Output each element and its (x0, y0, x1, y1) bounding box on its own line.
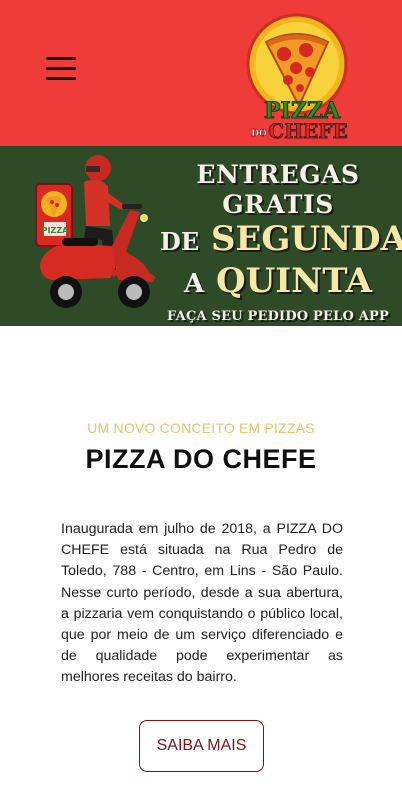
promo-line-3-prefix: A (183, 269, 205, 299)
promo-line-2-main: SEGUNDA (210, 219, 402, 259)
promo-line-2: DE SEGUNDA (160, 220, 402, 261)
about-description: Inaugurada em julho de 2018, a PIZZA DO … (61, 521, 343, 686)
page: PIZZA DO CHEFE PIZZA ENTREGAS GRATIS DE … (0, 0, 402, 798)
promo-line-1: ENTREGAS GRATIS (196, 160, 360, 219)
promo-text: ENTREGAS GRATIS DE SEGUNDA A QUINTA FAÇA… (160, 160, 402, 326)
section-subtitle: UM NOVO CONCEITO EM PIZZAS (87, 420, 315, 436)
logo-text-do: DO (251, 129, 267, 139)
section-title: PIZZA DO CHEFE (85, 444, 317, 474)
svg-text:PIZZA: PIZZA (42, 226, 69, 235)
hamburger-menu-icon[interactable] (46, 57, 78, 83)
saiba-mais-button[interactable]: SAIBA MAIS (139, 720, 264, 772)
promo-line-3: A QUINTA (160, 261, 396, 304)
site-header: PIZZA DO CHEFE (0, 0, 402, 146)
logo-text-bottom: CHEFE (268, 119, 348, 140)
promo-line-4: FAÇA SEU PEDIDO PELO APP (167, 309, 389, 324)
promo-banner[interactable]: PIZZA ENTREGAS GRATIS DE SEGUNDA A QUINT… (0, 146, 402, 326)
pizza-do-chefe-logo[interactable]: PIZZA DO CHEFE (244, 10, 352, 140)
promo-line-3-main: QUINTA (215, 261, 373, 301)
promo-line-2-prefix: DE (160, 227, 200, 256)
